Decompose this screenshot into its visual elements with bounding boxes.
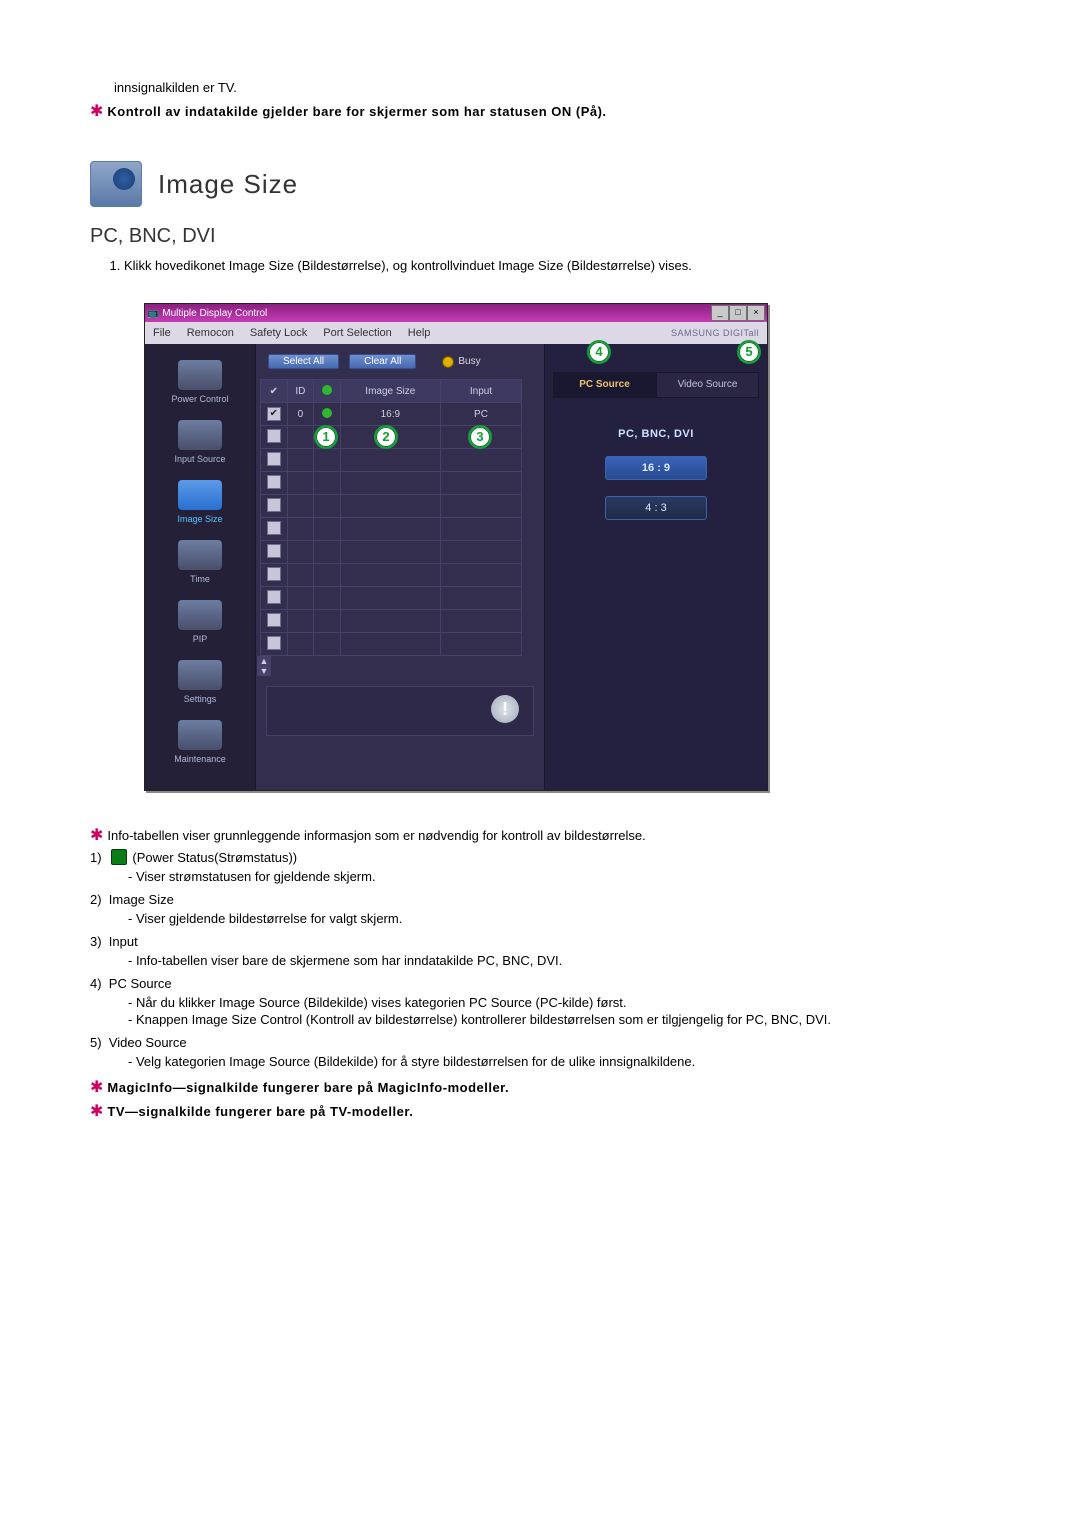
intro-note: ✱ Kontroll av indatakilde gjelder bare fo… xyxy=(90,101,990,121)
callout-3: 3 xyxy=(468,425,492,449)
tab-video-source[interactable]: Video Source xyxy=(656,372,759,398)
table-row[interactable] xyxy=(261,518,522,541)
col-id: ID xyxy=(287,380,313,403)
sidebar-item-power-control[interactable]: Power Control xyxy=(149,360,251,404)
app-window: 📺 Multiple Display Control _ □ × File Re… xyxy=(144,303,768,791)
power-status-icon xyxy=(111,849,127,865)
option-4-3[interactable]: 4 : 3 xyxy=(605,496,707,520)
table-row[interactable] xyxy=(261,472,522,495)
col-image-size: Image Size xyxy=(340,380,440,403)
select-all-button[interactable]: Select All xyxy=(268,354,339,369)
sidebar-item-input-source[interactable]: Input Source xyxy=(149,420,251,464)
item-5: 5) Video Source xyxy=(90,1035,990,1050)
menu-remocon[interactable]: Remocon xyxy=(187,327,234,339)
clear-all-button[interactable]: Clear All xyxy=(349,354,416,369)
right-pane-section-title: PC, BNC, DVI xyxy=(618,428,694,440)
item-4: 4) PC Source xyxy=(90,976,990,991)
table-row[interactable] xyxy=(261,587,522,610)
callout-1: 1 xyxy=(314,425,338,449)
sidebar-item-time[interactable]: Time xyxy=(149,540,251,584)
sidebar-item-maintenance[interactable]: Maintenance xyxy=(149,720,251,764)
sidebar-item-pip[interactable]: PIP xyxy=(149,600,251,644)
table-row[interactable]: 016:9PC xyxy=(261,403,522,426)
busy-icon xyxy=(442,356,454,368)
callout-4: 4 xyxy=(587,340,611,364)
item-2-sub: - Viser gjeldende bildestørrelse for val… xyxy=(128,911,990,926)
item-4-sub-a: - Når du klikker Image Source (Bildekild… xyxy=(128,995,990,1010)
minimize-button[interactable]: _ xyxy=(711,305,729,321)
sidebar-item-image-size[interactable]: Image Size xyxy=(149,480,251,524)
col-check[interactable]: ✔ xyxy=(261,380,288,403)
intro-note-text: Kontroll av indatakilde gjelder bare for… xyxy=(107,104,606,119)
menu-help[interactable]: Help xyxy=(408,327,431,339)
note-magicinfo: ✱MagicInfo—signalkilde fungerer bare på … xyxy=(90,1077,990,1097)
item-4-sub-b: - Knappen Image Size Control (Kontroll a… xyxy=(128,1012,990,1027)
star-icon: ✱ xyxy=(90,827,103,844)
item-3-sub: - Info-tabellen viser bare de skjermene … xyxy=(128,953,990,968)
star-icon: ✱ xyxy=(90,1079,103,1096)
note-tv: ✱TV—signalkilde fungerer bare på TV-mode… xyxy=(90,1101,990,1121)
callout-5: 5 xyxy=(737,340,761,364)
maximize-button[interactable]: □ xyxy=(729,305,747,321)
table-row[interactable] xyxy=(261,610,522,633)
table-row[interactable] xyxy=(261,495,522,518)
checkbox[interactable] xyxy=(267,407,281,421)
menu-port-selection[interactable]: Port Selection xyxy=(323,327,391,339)
close-button[interactable]: × xyxy=(747,305,765,321)
star-icon: ✱ xyxy=(90,103,103,120)
table-row[interactable] xyxy=(261,449,522,472)
table-row[interactable] xyxy=(261,633,522,656)
col-power xyxy=(314,380,340,403)
menu-safety-lock[interactable]: Safety Lock xyxy=(250,327,307,339)
status-panel: ! xyxy=(266,686,534,736)
item-3: 3) Input xyxy=(90,934,990,949)
window-title: 📺 Multiple Display Control xyxy=(147,308,267,319)
intro-line: innsignalkilden er TV. xyxy=(90,80,990,95)
tab-pc-source[interactable]: PC Source xyxy=(553,372,656,398)
busy-label: Busy xyxy=(458,356,480,367)
item-5-sub: - Velg kategorien Image Source (Bildekil… xyxy=(128,1054,990,1069)
option-16-9[interactable]: 16 : 9 xyxy=(605,456,707,480)
menu-file[interactable]: File xyxy=(153,327,171,339)
section-heading: Image Size xyxy=(158,169,298,200)
display-table: ✔ ID Image Size Input 016:9PC xyxy=(260,379,522,656)
callout-2: 2 xyxy=(374,425,398,449)
alert-icon: ! xyxy=(491,695,519,723)
table-row[interactable] xyxy=(261,541,522,564)
item-1-sub: - Viser strømstatusen for gjeldende skje… xyxy=(128,869,990,884)
sidebar-item-settings[interactable]: Settings xyxy=(149,660,251,704)
col-input: Input xyxy=(441,380,522,403)
info-note: ✱Info-tabellen viser grunnleggende infor… xyxy=(90,825,990,845)
scrollbar[interactable]: ▲▼ xyxy=(256,656,271,676)
image-size-icon xyxy=(90,161,142,207)
item-1: 1) (Power Status(Strømstatus)) xyxy=(90,849,990,865)
table-row[interactable] xyxy=(261,564,522,587)
item-2: 2) Image Size xyxy=(90,892,990,907)
subsection-heading: PC, BNC, DVI xyxy=(90,225,990,248)
star-icon: ✱ xyxy=(90,1103,103,1120)
brand-label: SAMSUNG DIGITall xyxy=(671,328,759,338)
step-1: Klikk hovedikonet Image Size (Bildestørr… xyxy=(124,258,990,273)
